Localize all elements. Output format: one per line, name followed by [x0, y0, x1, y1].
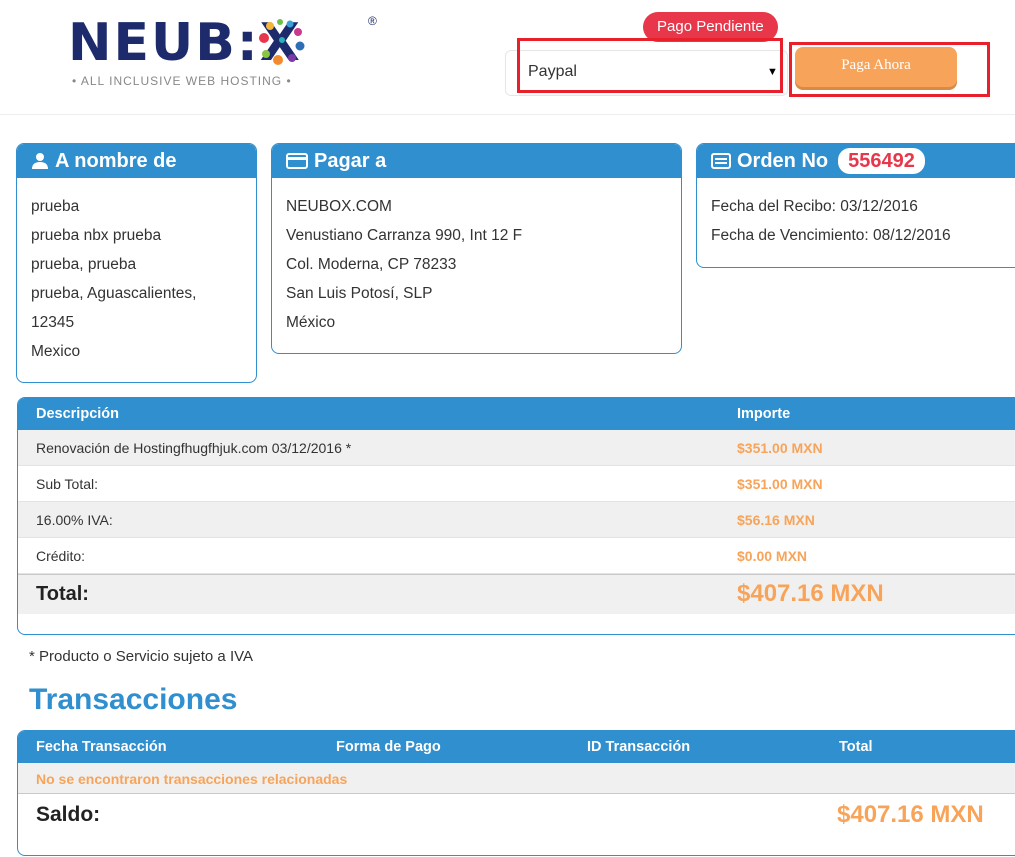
bill-to-line: prueba, prueba [31, 256, 137, 273]
list-icon [711, 153, 731, 169]
row-description: Sub Total: [36, 476, 99, 492]
invoice-table-header: Descripción Importe [18, 398, 1015, 430]
col-payment-method: Forma de Pago [336, 739, 441, 755]
col-amount: Importe [737, 406, 791, 422]
bill-to-body: prueba prueba nbx prueba prueba, prueba … [17, 178, 256, 376]
order-number-badge: 556492 [838, 148, 925, 174]
bill-to-line: prueba nbx prueba [31, 227, 162, 244]
row-description: Renovación de Hostingfhugfhjuk.com 03/12… [36, 440, 352, 456]
pay-to-line: Col. Moderna, CP 78233 [286, 256, 457, 273]
row-description: 16.00% IVA: [36, 512, 113, 528]
pay-to-line: NEUBOX.COM [286, 198, 392, 215]
order-title: Orden No [737, 150, 829, 172]
balance-value: $407.16 MXN [837, 801, 984, 828]
due-date: Fecha de Vencimiento: 08/12/2016 [711, 227, 951, 244]
balance-label: Saldo: [36, 803, 101, 826]
button-highlight-box [789, 42, 990, 97]
table-row: 16.00% IVA: $56.16 MXN [18, 502, 1015, 538]
table-row: Crédito: $0.00 MXN [18, 538, 1015, 574]
order-header: Orden No 556492 [697, 144, 1015, 178]
bill-to-line: Mexico [31, 343, 81, 360]
row-amount: $351.00 MXN [737, 440, 823, 456]
bill-to-title: A nombre de [55, 150, 177, 172]
order-body: Fecha del Recibo: 03/12/2016 Fecha de Ve… [697, 178, 1015, 260]
receipt-date: Fecha del Recibo: 03/12/2016 [711, 198, 918, 215]
bill-to-line: 12345 [31, 314, 75, 331]
table-row: Renovación de Hostingfhugfhjuk.com 03/12… [18, 430, 1015, 466]
order-card: Orden No 556492 Fecha del Recibo: 03/12/… [696, 143, 1015, 268]
pay-to-line: México [286, 314, 336, 331]
pay-to-card: Pagar a NEUBOX.COM Venustiano Carranza 9… [271, 143, 682, 354]
bill-to-header: A nombre de [17, 144, 256, 178]
empty-transactions-row: No se encontraron transacciones relacion… [18, 763, 1015, 793]
transactions-title: Transacciones [29, 683, 238, 716]
row-amount: $56.16 MXN [737, 512, 815, 528]
header-divider [0, 114, 1015, 115]
registered-mark: ® [368, 14, 377, 28]
row-amount: $351.00 MXN [737, 476, 823, 492]
pay-to-header: Pagar a [272, 144, 681, 178]
col-transaction-date: Fecha Transacción [36, 739, 167, 755]
logo-tagline: • ALL INCLUSIVE WEB HOSTING • [72, 74, 292, 88]
total-row: Total: $407.16 MXN [18, 574, 1015, 614]
bill-to-line: prueba, Aguascalientes, [31, 285, 197, 302]
col-total: Total [839, 739, 873, 755]
total-value: $407.16 MXN [737, 580, 884, 607]
col-transaction-id: ID Transacción [587, 739, 691, 755]
pay-to-body: NEUBOX.COM Venustiano Carranza 990, Int … [272, 178, 681, 347]
empty-message: No se encontraron transacciones relacion… [36, 771, 348, 787]
bill-to-card: A nombre de prueba prueba nbx prueba pru… [16, 143, 257, 383]
pay-to-line: San Luis Potosí, SLP [286, 285, 433, 302]
pay-to-line: Venustiano Carranza 990, Int 12 F [286, 227, 523, 244]
transactions-table: Fecha Transacción Forma de Pago ID Trans… [17, 730, 1015, 856]
table-row: Sub Total: $351.00 MXN [18, 466, 1015, 502]
credit-card-icon [286, 153, 308, 169]
invoice-table: Descripción Importe Renovación de Hostin… [17, 397, 1015, 635]
user-icon [32, 153, 48, 169]
transactions-table-header: Fecha Transacción Forma de Pago ID Trans… [18, 731, 1015, 763]
pay-to-title: Pagar a [314, 150, 387, 172]
col-description: Descripción [36, 406, 119, 422]
brand-logo: NEUB:X ® • ALL INCLUSIVE WEB HOSTING • [68, 12, 388, 92]
total-label: Total: [36, 583, 89, 605]
select-highlight-box [517, 38, 783, 93]
logo-dots-icon [259, 19, 305, 65]
row-amount: $0.00 MXN [737, 548, 808, 564]
balance-row: Saldo: $407.16 MXN [18, 793, 1015, 833]
bill-to-line: prueba [31, 198, 80, 215]
tax-footnote: * Producto o Servicio sujeto a IVA [29, 648, 254, 665]
row-description: Crédito: [36, 548, 86, 564]
